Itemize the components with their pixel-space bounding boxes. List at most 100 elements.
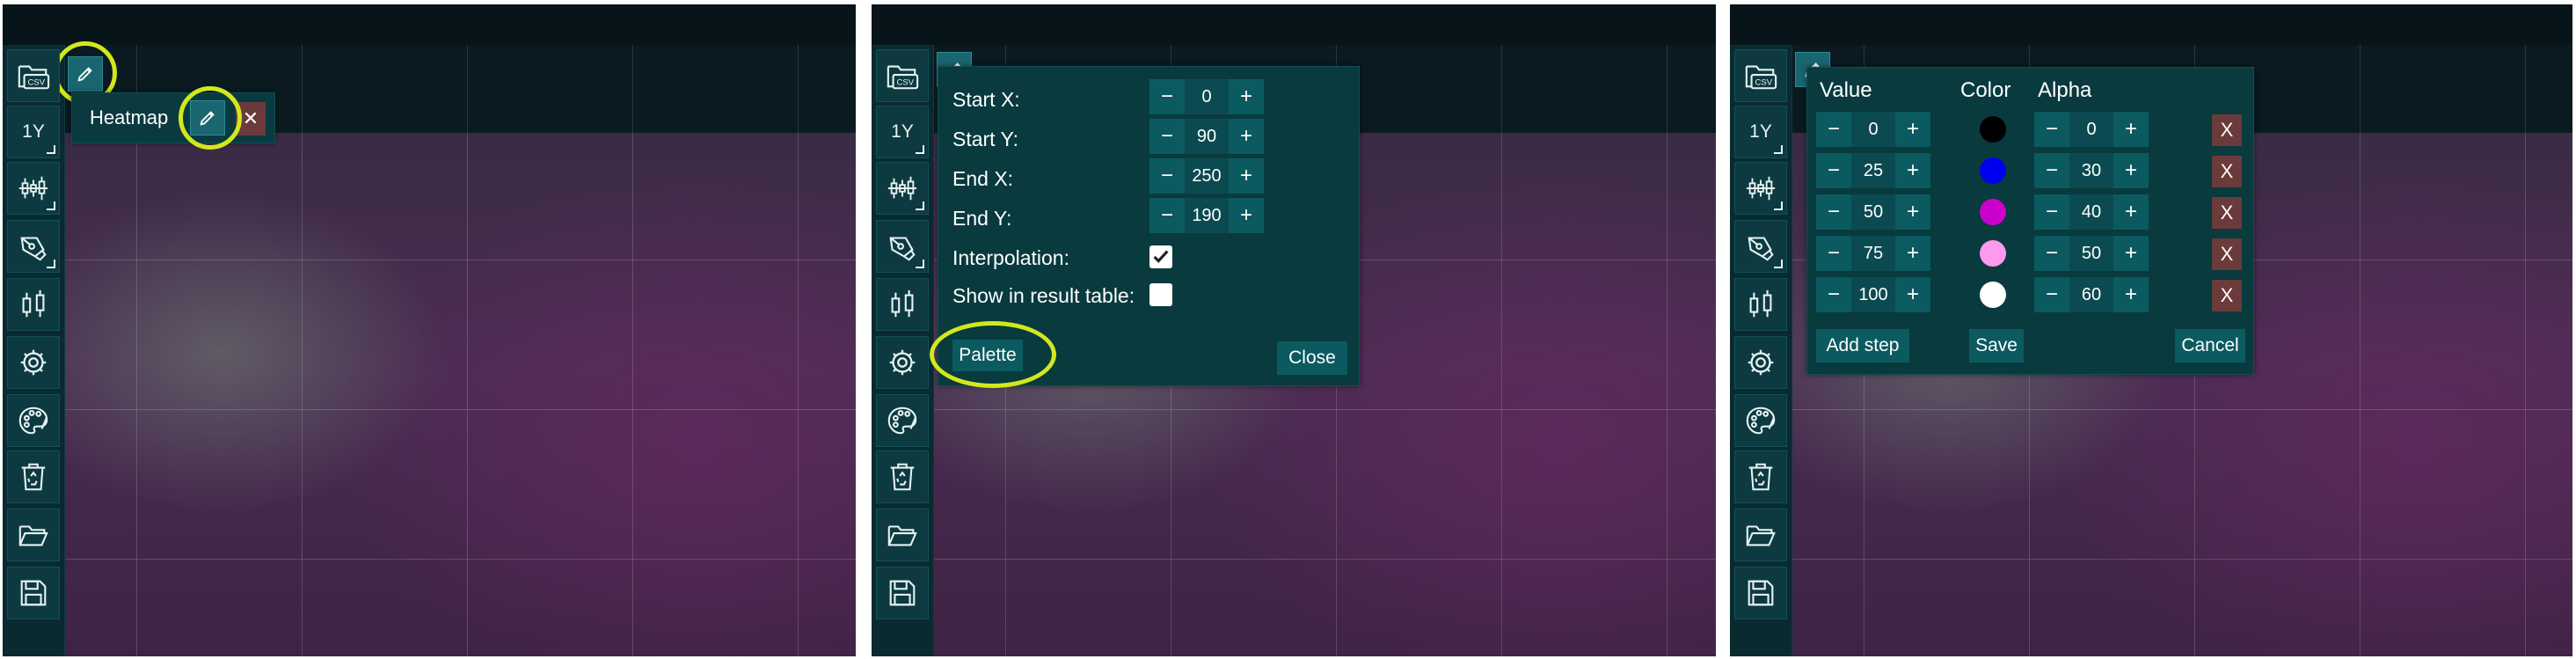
- recycle-bin-icon: [17, 460, 50, 494]
- step-alpha[interactable]: 40: [2069, 194, 2113, 230]
- step-value[interactable]: 0: [1851, 112, 1895, 147]
- palette-button[interactable]: Palette: [952, 340, 1023, 371]
- increment-button[interactable]: +: [2113, 153, 2149, 188]
- step-alpha[interactable]: 50: [2069, 236, 2113, 271]
- interpolation-checkbox[interactable]: [1149, 245, 1172, 268]
- color-swatch[interactable]: [1980, 116, 2006, 143]
- heatmap-item-menu: Heatmap ✕: [71, 92, 275, 143]
- remove-step-button[interactable]: X: [2212, 280, 2242, 311]
- increment-button[interactable]: +: [1895, 194, 1930, 230]
- increment-button[interactable]: +: [1895, 112, 1930, 147]
- toolbar-indicator-button[interactable]: [7, 278, 60, 331]
- toolbar-candlestick-chart-button[interactable]: [7, 162, 60, 215]
- gear-icon: [886, 346, 919, 379]
- open-folder-icon: [886, 518, 919, 552]
- decrement-button[interactable]: −: [2034, 194, 2069, 230]
- color-swatch[interactable]: [1980, 282, 2006, 308]
- remove-step-button[interactable]: X: [2212, 238, 2242, 270]
- decrement-button[interactable]: −: [1816, 236, 1851, 271]
- step-alpha-stepper: − 0 +: [2034, 112, 2149, 147]
- decrement-button[interactable]: −: [1816, 194, 1851, 230]
- toolbar-timeframe-button[interactable]: 1Y: [1734, 106, 1787, 158]
- step-alpha[interactable]: 30: [2069, 153, 2113, 188]
- heatmap-edit-button[interactable]: [190, 100, 225, 135]
- end-y-value[interactable]: 190: [1185, 198, 1229, 233]
- close-button[interactable]: Close: [1277, 341, 1347, 375]
- toolbar-candlestick-chart-button[interactable]: [1734, 162, 1787, 215]
- show-in-result-table-checkbox[interactable]: [1149, 283, 1172, 306]
- start-y-value[interactable]: 90: [1185, 119, 1229, 154]
- toolbar-pen-tool-button[interactable]: [876, 220, 929, 273]
- toolbar-csv-folder-button[interactable]: CSV: [7, 49, 60, 102]
- toolbar-candlestick-chart-button[interactable]: [876, 162, 929, 215]
- remove-step-button[interactable]: X: [2212, 197, 2242, 229]
- toolbar-recycle-bin-button[interactable]: [876, 450, 929, 503]
- cancel-button[interactable]: Cancel: [2175, 329, 2245, 362]
- toolbar-indicator-button[interactable]: [876, 278, 929, 331]
- step-value[interactable]: 100: [1851, 277, 1895, 312]
- toolbar-save-disk-button[interactable]: [7, 567, 60, 619]
- increment-button[interactable]: +: [1895, 236, 1930, 271]
- toolbar-palette-button[interactable]: [1734, 394, 1787, 447]
- chart-area[interactable]: [64, 133, 856, 656]
- toolbar-csv-folder-button[interactable]: CSV: [876, 49, 929, 102]
- toolbar-pen-tool-button[interactable]: [7, 220, 60, 273]
- color-swatch[interactable]: [1980, 157, 2006, 184]
- toolbar-timeframe-button[interactable]: 1Y: [7, 106, 60, 158]
- decrement-button[interactable]: −: [2034, 153, 2069, 188]
- toolbar-csv-folder-button[interactable]: CSV: [1734, 49, 1787, 102]
- color-swatch[interactable]: [1980, 199, 2006, 225]
- decrement-button[interactable]: −: [1816, 112, 1851, 147]
- increment-button[interactable]: +: [1229, 158, 1264, 194]
- toolbar-recycle-bin-button[interactable]: [1734, 450, 1787, 503]
- increment-button[interactable]: +: [2113, 194, 2149, 230]
- toolbar-open-folder-button[interactable]: [1734, 509, 1787, 561]
- toolbar-open-folder-button[interactable]: [7, 509, 60, 561]
- toolbar-timeframe-button[interactable]: 1Y: [876, 106, 929, 158]
- decrement-button[interactable]: −: [1149, 158, 1185, 194]
- remove-step-button[interactable]: X: [2212, 156, 2242, 187]
- toolbar-indicator-button[interactable]: [1734, 278, 1787, 331]
- toolbar-gear-button[interactable]: [7, 336, 60, 389]
- step-alpha[interactable]: 60: [2069, 277, 2113, 312]
- decrement-button[interactable]: −: [2034, 277, 2069, 312]
- toolbar-save-disk-button[interactable]: [876, 567, 929, 619]
- decrement-button[interactable]: −: [1149, 119, 1185, 154]
- step-value[interactable]: 50: [1851, 194, 1895, 230]
- increment-button[interactable]: +: [2113, 277, 2149, 312]
- toolbar-gear-button[interactable]: [1734, 336, 1787, 389]
- remove-step-button[interactable]: X: [2212, 114, 2242, 146]
- decrement-button[interactable]: −: [1816, 277, 1851, 312]
- toolbar-palette-button[interactable]: [7, 394, 60, 447]
- step-value[interactable]: 25: [1851, 153, 1895, 188]
- toolbar-pen-tool-button[interactable]: [1734, 220, 1787, 273]
- increment-button[interactable]: +: [1229, 119, 1264, 154]
- decrement-button[interactable]: −: [2034, 236, 2069, 271]
- increment-button[interactable]: +: [1229, 198, 1264, 233]
- screen-panel-palette-editor: Value Color Alpha − 0 + − 0 + X − 25 + −…: [1730, 4, 2572, 656]
- decrement-button[interactable]: −: [1149, 198, 1185, 233]
- step-value[interactable]: 75: [1851, 236, 1895, 271]
- increment-button[interactable]: +: [1895, 153, 1930, 188]
- heatmap-remove-button[interactable]: ✕: [236, 102, 266, 135]
- toolbar-open-folder-button[interactable]: [876, 509, 929, 561]
- decrement-button[interactable]: −: [2034, 112, 2069, 147]
- toolbar-save-disk-button[interactable]: [1734, 567, 1787, 619]
- color-swatch[interactable]: [1980, 240, 2006, 267]
- save-button[interactable]: Save: [1969, 329, 2024, 362]
- palette-icon: [1744, 404, 1777, 437]
- increment-button[interactable]: +: [1895, 277, 1930, 312]
- decrement-button[interactable]: −: [1816, 153, 1851, 188]
- end-x-value[interactable]: 250: [1185, 158, 1229, 194]
- toolbar-gear-button[interactable]: [876, 336, 929, 389]
- toolbar-palette-button[interactable]: [876, 394, 929, 447]
- toolbar-recycle-bin-button[interactable]: [7, 450, 60, 503]
- edit-pencil-button[interactable]: [68, 56, 103, 92]
- decrement-button[interactable]: −: [1149, 79, 1185, 114]
- start-x-value[interactable]: 0: [1185, 79, 1229, 114]
- increment-button[interactable]: +: [2113, 236, 2149, 271]
- increment-button[interactable]: +: [1229, 79, 1264, 114]
- add-step-button[interactable]: Add step: [1816, 329, 1909, 362]
- increment-button[interactable]: +: [2113, 112, 2149, 147]
- step-alpha[interactable]: 0: [2069, 112, 2113, 147]
